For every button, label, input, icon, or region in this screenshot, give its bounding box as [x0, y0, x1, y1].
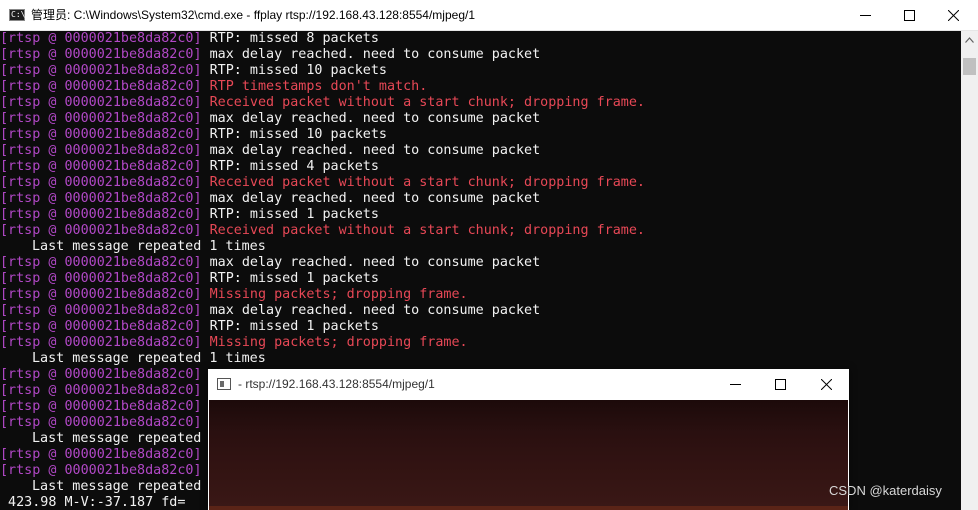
ffplay-maximize-button[interactable]: [757, 369, 803, 400]
log-message: RTP: missed 4 packets: [209, 159, 379, 174]
chevron-up-icon: [965, 36, 974, 43]
log-message: Last message repeated: [32, 479, 202, 494]
log-message: 423.98 M-V:-37.187 fd=: [0, 495, 186, 510]
log-prefix: [rtsp @ 0000021be8da82c0]: [0, 287, 210, 302]
maximize-icon: [903, 10, 915, 21]
ffplay-window-title: - rtsp://192.168.43.128:8554/mjpeg/1: [238, 377, 435, 391]
log-message: max delay reached. need to consume packe…: [209, 255, 541, 270]
log-message: RTP: missed 1 packets: [209, 207, 379, 222]
log-prefix: [rtsp @ 0000021be8da82c0]: [0, 303, 210, 318]
console-line: Last message repeated 1 times: [0, 351, 960, 367]
ffplay-app-icon: [217, 378, 231, 390]
log-message: Missing packets; dropping frame.: [209, 335, 468, 350]
log-prefix: [rtsp @ 0000021be8da82c0]: [0, 447, 202, 462]
log-prefix: [rtsp @ 0000021be8da82c0]: [0, 399, 202, 414]
log-prefix: [rtsp @ 0000021be8da82c0]: [0, 175, 210, 190]
log-message: Received packet without a start chunk; d…: [209, 175, 645, 190]
log-message: RTP: missed 8 packets: [209, 31, 379, 46]
log-prefix: [rtsp @ 0000021be8da82c0]: [0, 127, 210, 142]
console-line: [rtsp @ 0000021be8da82c0] RTP: missed 8 …: [0, 31, 960, 47]
console-line: [rtsp @ 0000021be8da82c0] Missing packet…: [0, 287, 960, 303]
close-icon: [947, 10, 959, 21]
log-message: RTP: missed 1 packets: [209, 271, 379, 286]
log-prefix: [rtsp @ 0000021be8da82c0]: [0, 367, 202, 382]
log-prefix: [rtsp @ 0000021be8da82c0]: [0, 31, 210, 46]
console-line: [rtsp @ 0000021be8da82c0] RTP: missed 1 …: [0, 207, 960, 223]
log-prefix: [rtsp @ 0000021be8da82c0]: [0, 159, 210, 174]
console-line: [rtsp @ 0000021be8da82c0] RTP: missed 10…: [0, 127, 960, 143]
log-prefix: [rtsp @ 0000021be8da82c0]: [0, 111, 210, 126]
log-prefix: [rtsp @ 0000021be8da82c0]: [0, 383, 202, 398]
console-line: [rtsp @ 0000021be8da82c0] RTP: missed 1 …: [0, 271, 960, 287]
vertical-scrollbar[interactable]: [961, 31, 978, 510]
log-prefix: [rtsp @ 0000021be8da82c0]: [0, 271, 210, 286]
log-message: Received packet without a start chunk; d…: [209, 95, 645, 110]
log-prefix: [rtsp @ 0000021be8da82c0]: [0, 255, 210, 270]
log-prefix: [rtsp @ 0000021be8da82c0]: [0, 79, 210, 94]
console-line: [rtsp @ 0000021be8da82c0] max delay reac…: [0, 303, 960, 319]
close-button[interactable]: [930, 0, 976, 31]
console-line: [rtsp @ 0000021be8da82c0] max delay reac…: [0, 255, 960, 271]
log-message: max delay reached. need to consume packe…: [209, 303, 541, 318]
log-message: max delay reached. need to consume packe…: [209, 191, 541, 206]
log-message: RTP: missed 10 packets: [209, 127, 387, 142]
cmd-titlebar[interactable]: C:\ 管理员: C:\Windows\System32\cmd.exe - f…: [0, 0, 978, 31]
console-line: [rtsp @ 0000021be8da82c0] max delay reac…: [0, 191, 960, 207]
maximize-button[interactable]: [886, 0, 932, 31]
console-line: [rtsp @ 0000021be8da82c0] max delay reac…: [0, 47, 960, 63]
console-line: [rtsp @ 0000021be8da82c0] RTP: missed 10…: [0, 63, 960, 79]
console-line: [rtsp @ 0000021be8da82c0] Received packe…: [0, 175, 960, 191]
log-prefix: [rtsp @ 0000021be8da82c0]: [0, 191, 210, 206]
log-message: Last message repeated 1 times: [32, 239, 266, 254]
log-prefix: [rtsp @ 0000021be8da82c0]: [0, 415, 202, 430]
log-prefix: [rtsp @ 0000021be8da82c0]: [0, 335, 210, 350]
console-line: [rtsp @ 0000021be8da82c0] RTP: missed 1 …: [0, 319, 960, 335]
log-message: max delay reached. need to consume packe…: [209, 47, 541, 62]
cmd-window-title: 管理员: C:\Windows\System32\cmd.exe - ffpla…: [31, 8, 475, 22]
cmd-app-icon: C:\: [9, 9, 26, 21]
log-message: max delay reached. need to consume packe…: [209, 111, 541, 126]
scrollbar-thumb[interactable]: [963, 58, 976, 75]
console-line: [rtsp @ 0000021be8da82c0] RTP: missed 4 …: [0, 159, 960, 175]
console-line: [rtsp @ 0000021be8da82c0] RTP timestamps…: [0, 79, 960, 95]
minimize-icon: [729, 384, 741, 385]
scroll-up-button[interactable]: [961, 31, 978, 48]
video-frame[interactable]: [209, 400, 848, 510]
log-prefix: [rtsp @ 0000021be8da82c0]: [0, 95, 210, 110]
console-line: [rtsp @ 0000021be8da82c0] Missing packet…: [0, 335, 960, 351]
log-message: RTP: missed 1 packets: [209, 319, 379, 334]
console-line: [rtsp @ 0000021be8da82c0] max delay reac…: [0, 111, 960, 127]
ffplay-titlebar[interactable]: - rtsp://192.168.43.128:8554/mjpeg/1: [208, 369, 849, 400]
log-message: Last message repeated: [32, 431, 202, 446]
video-frame-edge: [209, 506, 848, 510]
log-prefix: [rtsp @ 0000021be8da82c0]: [0, 223, 210, 238]
console-line: [rtsp @ 0000021be8da82c0] Received packe…: [0, 223, 960, 239]
minimize-icon: [859, 15, 871, 16]
log-message: RTP: missed 10 packets: [209, 63, 387, 78]
log-prefix: [rtsp @ 0000021be8da82c0]: [0, 319, 210, 334]
maximize-icon: [774, 379, 786, 390]
ffplay-window: - rtsp://192.168.43.128:8554/mjpeg/1: [208, 369, 849, 510]
log-prefix: [rtsp @ 0000021be8da82c0]: [0, 143, 210, 158]
log-message: max delay reached. need to consume packe…: [209, 143, 541, 158]
ffplay-close-button[interactable]: [803, 369, 849, 400]
minimize-button[interactable]: [842, 0, 888, 31]
log-message: Missing packets; dropping frame.: [209, 287, 468, 302]
console-line: [rtsp @ 0000021be8da82c0] Received packe…: [0, 95, 960, 111]
log-prefix: [rtsp @ 0000021be8da82c0]: [0, 207, 210, 222]
log-prefix: [rtsp @ 0000021be8da82c0]: [0, 463, 202, 478]
log-prefix: [rtsp @ 0000021be8da82c0]: [0, 63, 210, 78]
log-message: Last message repeated 1 times: [32, 351, 266, 366]
console-line: Last message repeated 1 times: [0, 239, 960, 255]
close-icon: [820, 379, 832, 390]
console-line: [rtsp @ 0000021be8da82c0] max delay reac…: [0, 143, 960, 159]
log-prefix: [rtsp @ 0000021be8da82c0]: [0, 47, 210, 62]
watermark: CSDN @katerdaisy: [829, 483, 942, 498]
log-message: RTP timestamps don't match.: [209, 79, 428, 94]
log-message: Received packet without a start chunk; d…: [209, 223, 645, 238]
ffplay-minimize-button[interactable]: [712, 369, 758, 400]
